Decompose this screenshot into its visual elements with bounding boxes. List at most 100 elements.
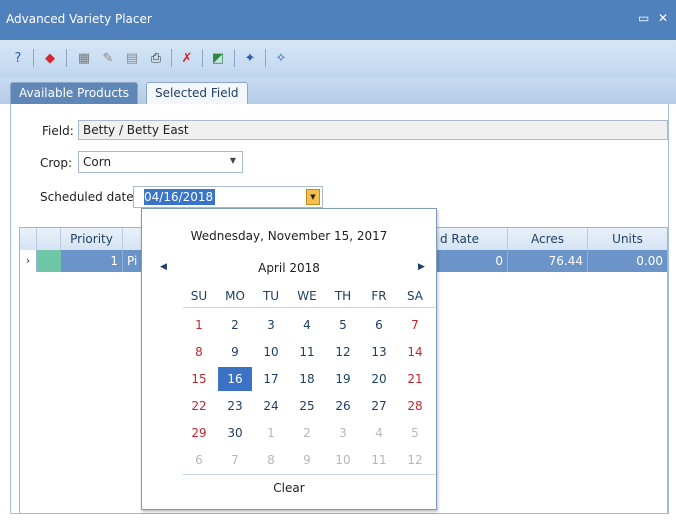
calendar-day[interactable]: 2 (290, 421, 324, 445)
day-of-week-header: FR (371, 289, 387, 303)
window-title: Advanced Variety Placer (6, 12, 152, 26)
calendar-day[interactable]: 1 (182, 313, 216, 337)
calendar-day[interactable]: 27 (362, 394, 396, 418)
calendar-day[interactable]: 20 (362, 367, 396, 391)
clear-button[interactable]: Clear (142, 481, 436, 495)
header-seed-rate[interactable]: d Rate (438, 228, 508, 250)
close-icon[interactable]: ✕ (658, 11, 668, 25)
calendar-day[interactable]: 12 (326, 340, 360, 364)
calendar-day[interactable]: 19 (326, 367, 360, 391)
help-icon[interactable]: ? (8, 48, 28, 68)
remove-icon[interactable]: ✗ (177, 48, 197, 68)
edit-field-icon[interactable]: ▤ (122, 48, 142, 68)
date-picker-popup: Wednesday, November 15, 2017 ◀ April 201… (141, 208, 437, 510)
cell-priority[interactable]: 1 (61, 250, 123, 272)
calendar-day[interactable]: 29 (182, 421, 216, 445)
crop-label: Crop: (40, 156, 73, 170)
toolbar-separator (234, 49, 235, 67)
toolbar-separator (66, 49, 67, 67)
field-value: Betty / Betty East (78, 120, 668, 140)
crop-value: Corn (83, 155, 112, 169)
calendar-day[interactable]: 15 (182, 367, 216, 391)
day-of-week-header: SA (406, 289, 424, 303)
cell-units[interactable]: 0.00 (588, 250, 667, 272)
calendar-day[interactable]: 24 (254, 394, 288, 418)
field-report-icon[interactable]: ◩ (208, 48, 228, 68)
calendar-day[interactable]: 7 (398, 313, 432, 337)
cell-seed-rate[interactable]: 0 (438, 250, 508, 272)
month-label[interactable]: April 2018 (142, 261, 436, 275)
toolbar: ? ◆ ▦ ✎ ▤ ⎙ ✗ ◩ ✦ ✧ (0, 40, 676, 78)
calendar-day[interactable]: 10 (326, 448, 360, 472)
calendar-day[interactable]: 11 (362, 448, 396, 472)
calendar-day[interactable]: 6 (182, 448, 216, 472)
calendar-day[interactable]: 3 (254, 313, 288, 337)
scheduled-date-value[interactable]: 04/16/2018 (144, 189, 216, 205)
calendar-day[interactable]: 30 (218, 421, 252, 445)
calendar-day[interactable]: 25 (290, 394, 324, 418)
calendar-day[interactable]: 8 (254, 448, 288, 472)
pin-icon[interactable]: ✦ (240, 48, 260, 68)
calendar-day[interactable]: 26 (326, 394, 360, 418)
calendar-day[interactable]: 9 (290, 448, 324, 472)
chevron-down-icon[interactable]: ▼ (230, 156, 236, 165)
calendar-day[interactable]: 10 (254, 340, 288, 364)
calendar-day[interactable]: 22 (182, 394, 216, 418)
calendar-day[interactable]: 12 (398, 448, 432, 472)
calendar-day[interactable]: 2 (218, 313, 252, 337)
calendar-day[interactable]: 14 (398, 340, 432, 364)
day-of-week-header: MO (225, 289, 245, 303)
calendar-day[interactable]: 8 (182, 340, 216, 364)
calendar-day[interactable]: 3 (326, 421, 360, 445)
tab-selected-field[interactable]: Selected Field (146, 82, 248, 105)
calendar-day[interactable]: 17 (254, 367, 288, 391)
header-units[interactable]: Units (588, 228, 667, 250)
toolbar-separator (265, 49, 266, 67)
calendar-day[interactable]: 21 (398, 367, 432, 391)
calendar-day[interactable]: 28 (398, 394, 432, 418)
today-label[interactable]: Wednesday, November 15, 2017 (142, 229, 436, 243)
scheduled-date-label: Scheduled date: (40, 190, 138, 204)
calendar-day[interactable]: 6 (362, 313, 396, 337)
calendar-divider (183, 307, 436, 308)
header-indicator (20, 228, 37, 250)
place-variety-icon[interactable]: ◆ (40, 48, 60, 68)
toolbar-separator (171, 49, 172, 67)
calendar-day[interactable]: 1 (254, 421, 288, 445)
next-month-icon[interactable]: ▶ (418, 262, 425, 272)
title-bar: Advanced Variety Placer ▭ ✕ (0, 0, 676, 40)
calendar-day[interactable]: 4 (290, 313, 324, 337)
calendar-day[interactable]: 4 (362, 421, 396, 445)
cell-acres[interactable]: 76.44 (508, 250, 588, 272)
header-product[interactable] (123, 228, 143, 250)
row-status-cell (37, 250, 61, 272)
calendar-divider (183, 474, 436, 475)
field-label: Field: (42, 124, 74, 138)
calendar-dropdown-button[interactable]: ▼ (306, 189, 320, 205)
tab-strip: Available Products Selected Field (0, 78, 676, 105)
day-of-week-header: WE (297, 289, 317, 303)
calendar-day[interactable]: 23 (218, 394, 252, 418)
row-indicator-icon: › (20, 250, 37, 272)
day-of-week-header: TH (334, 289, 352, 303)
crop-dropdown[interactable]: Corn ▼ (78, 151, 243, 173)
calendar-day[interactable]: 18 (290, 367, 324, 391)
calendar-day[interactable]: 13 (362, 340, 396, 364)
add-field-icon[interactable]: ▦ (74, 48, 94, 68)
toolbar-separator (202, 49, 203, 67)
calendar-day[interactable]: 7 (218, 448, 252, 472)
restore-icon[interactable]: ▭ (638, 11, 649, 25)
app-window: Advanced Variety Placer ▭ ✕ ? ◆ ▦ ✎ ▤ ⎙ … (0, 0, 676, 521)
calendar-day[interactable]: 11 (290, 340, 324, 364)
calendar-day[interactable]: 16 (218, 367, 252, 391)
tab-available-products[interactable]: Available Products (10, 82, 138, 104)
seed-icon[interactable]: ✎ (98, 48, 118, 68)
unpin-icon[interactable]: ✧ (271, 48, 291, 68)
header-priority[interactable]: Priority (61, 228, 123, 250)
calendar-day[interactable]: 5 (326, 313, 360, 337)
scheduled-date-input[interactable]: 04/16/2018 ▼ (133, 186, 323, 208)
calendar-day[interactable]: 9 (218, 340, 252, 364)
calendar-day[interactable]: 5 (398, 421, 432, 445)
header-acres[interactable]: Acres (508, 228, 588, 250)
print-icon[interactable]: ⎙ (146, 48, 166, 68)
